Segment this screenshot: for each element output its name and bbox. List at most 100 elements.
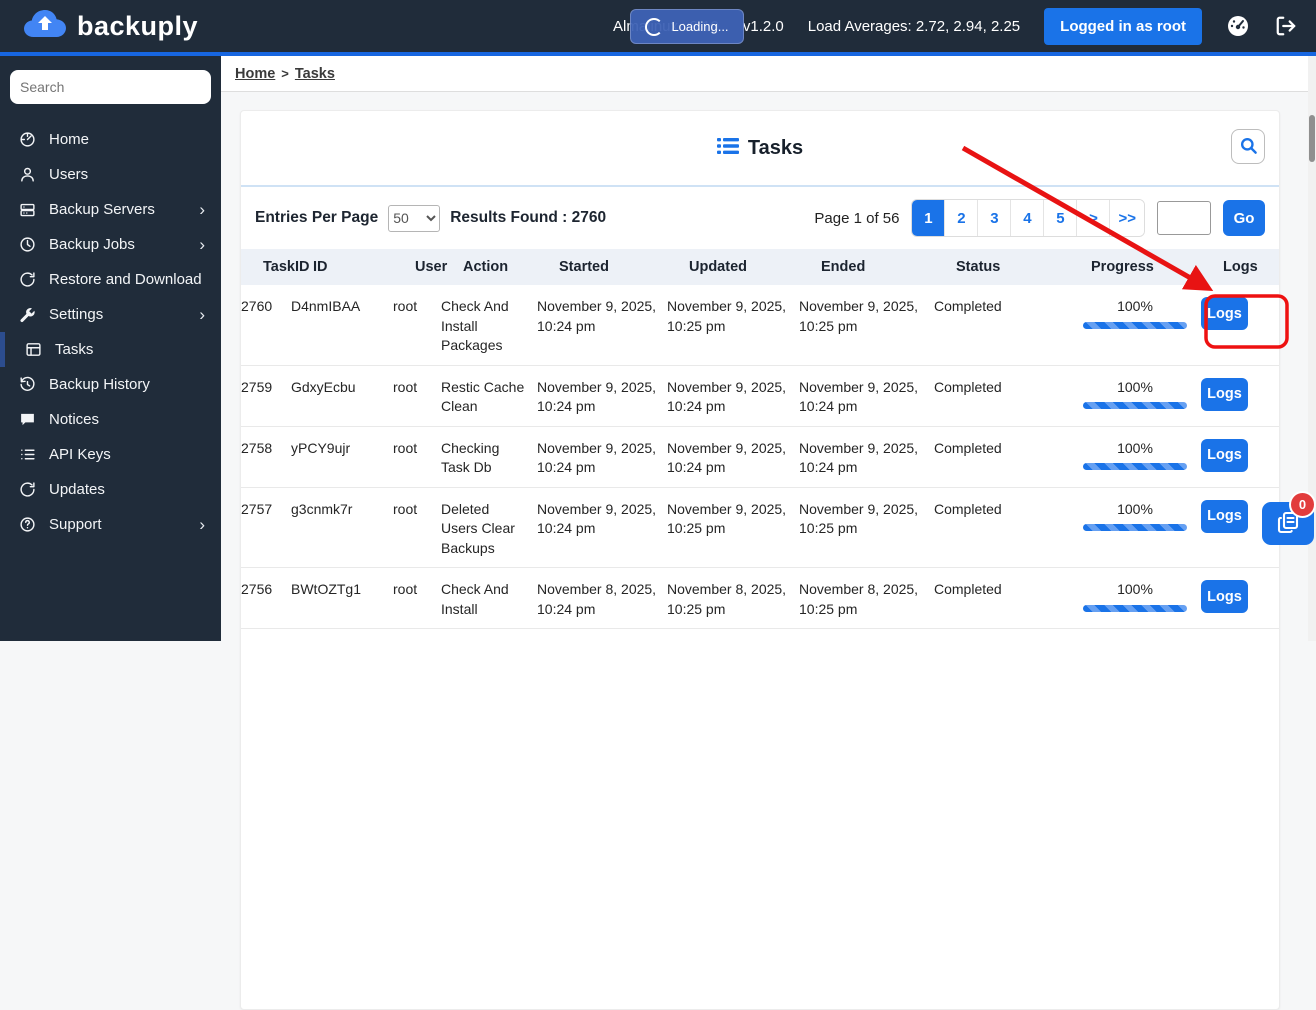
logs-button[interactable]: Logs xyxy=(1201,438,1248,472)
goto-page-input[interactable] xyxy=(1157,201,1211,235)
column-header-ended: Ended xyxy=(821,259,866,275)
entries-per-page-select[interactable]: 50 xyxy=(388,204,441,232)
updated-cell: November 8, 2025, 10:25 pm xyxy=(667,581,787,617)
support-icon xyxy=(18,516,36,534)
action-cell: Check And Install xyxy=(441,581,509,617)
progress-cell: 100% xyxy=(1069,378,1201,417)
user-cell: root xyxy=(393,500,418,517)
sidebar-item-backup-history[interactable]: Backup History xyxy=(0,367,221,402)
sidebar-item-users[interactable]: Users xyxy=(0,157,221,192)
progress-bar xyxy=(1083,402,1187,409)
page-button-5[interactable]: 5 xyxy=(1044,200,1078,236)
page-button-last[interactable]: >> xyxy=(1110,200,1144,236)
header-accent-strip xyxy=(0,52,1316,56)
go-button[interactable]: Go xyxy=(1223,200,1265,236)
home-icon xyxy=(18,131,36,149)
ended-cell: November 9, 2025, 10:24 pm xyxy=(799,439,919,476)
sidebar-item-settings[interactable]: Settings › xyxy=(0,297,221,332)
tasks-table-body: 2760 D4nmIBAA root Check And Install Pac… xyxy=(241,285,1279,629)
sidebar-item-backup-jobs[interactable]: Backup Jobs › xyxy=(0,227,221,262)
page-button-4[interactable]: 4 xyxy=(1011,200,1045,236)
sidebar-item-tasks[interactable]: Tasks xyxy=(0,332,221,367)
table-row: 2760 D4nmIBAA root Check And Install Pac… xyxy=(241,285,1279,366)
logs-button[interactable]: Logs xyxy=(1201,297,1248,330)
gauge-icon[interactable] xyxy=(1226,14,1250,38)
page-button-next[interactable]: > xyxy=(1077,200,1111,236)
page-button-3[interactable]: 3 xyxy=(978,200,1012,236)
chevron-right-icon: › xyxy=(199,304,205,324)
id-cell: D4nmIBAA xyxy=(291,298,361,314)
sidebar-item-home[interactable]: Home xyxy=(0,122,221,157)
taskid-cell: 2760 xyxy=(241,298,273,314)
id-cell: yPCY9ujr xyxy=(291,439,351,456)
sidebar-item-restore-and-download[interactable]: Restore and Download xyxy=(0,262,221,297)
started-cell: November 9, 2025, 10:24 pm xyxy=(537,298,657,334)
column-header-id: ID xyxy=(313,259,328,275)
column-header-updated: Updated xyxy=(689,259,747,275)
started-cell: November 9, 2025, 10:24 pm xyxy=(537,439,657,476)
sidebar-item-support[interactable]: Support › xyxy=(0,507,221,542)
search-icon xyxy=(1239,136,1258,158)
action-cell: Check And Install Packages xyxy=(441,298,509,353)
tasks-card: Tasks Entries Per Page 50 Results Found … xyxy=(240,110,1280,1010)
updated-cell: November 9, 2025, 10:24 pm xyxy=(667,378,787,415)
breadcrumb: Home > Tasks xyxy=(221,56,1308,92)
logs-cell: Logs xyxy=(1201,297,1259,356)
logs-button[interactable]: Logs xyxy=(1201,499,1248,533)
ended-cell: November 9, 2025, 10:25 pm xyxy=(799,500,919,537)
breadcrumb-separator: > xyxy=(281,66,289,81)
logs-button[interactable]: Logs xyxy=(1201,580,1248,613)
chevron-right-icon: › xyxy=(199,514,205,534)
breadcrumb-tasks-link[interactable]: Tasks xyxy=(295,66,335,82)
page-title: Tasks xyxy=(747,136,804,159)
load-averages: Load Averages: 2.72, 2.94, 2.25 xyxy=(807,17,1021,35)
backup-history-icon xyxy=(18,376,36,394)
api-keys-icon xyxy=(18,446,36,464)
scrollbar-track[interactable] xyxy=(1308,56,1316,641)
page-button-2[interactable]: 2 xyxy=(945,200,979,236)
sidebar-nav: Home Users Backup Servers › Backup Jobs … xyxy=(0,122,221,542)
sidebar-search-input[interactable] xyxy=(10,70,211,104)
column-header-status: Status xyxy=(956,259,1001,275)
page-button-1[interactable]: 1 xyxy=(912,200,946,236)
updated-cell: November 9, 2025, 10:24 pm xyxy=(667,439,787,476)
brand[interactable]: backuply xyxy=(22,8,198,45)
column-header-progress: Progress xyxy=(1091,259,1154,275)
column-header-started: Started xyxy=(559,259,609,275)
id-cell: BWtOZTg1 xyxy=(291,581,362,597)
logs-button[interactable]: Logs xyxy=(1201,377,1248,411)
backup-jobs-icon xyxy=(18,236,36,254)
breadcrumb-home-link[interactable]: Home xyxy=(235,66,275,82)
sidebar-item-notices[interactable]: Notices xyxy=(0,402,221,437)
app-version: v1.2.0 xyxy=(742,17,784,35)
started-cell: November 8, 2025, 10:24 pm xyxy=(537,581,657,617)
tasks-icon xyxy=(24,341,42,359)
taskid-cell: 2758 xyxy=(241,439,273,456)
notices-badge: 0 xyxy=(1289,491,1316,518)
progress-percent: 100% xyxy=(1117,439,1153,456)
progress-bar xyxy=(1083,463,1187,470)
taskid-cell: 2756 xyxy=(241,581,273,597)
progress-bar xyxy=(1083,524,1187,531)
logout-icon[interactable] xyxy=(1274,14,1298,38)
cloud-upload-logo-icon xyxy=(22,8,68,45)
table-row: 2758 yPCY9ujr root Checking Task Db Nove… xyxy=(241,427,1279,488)
column-header-user: User xyxy=(415,259,448,275)
progress-cell: 100% xyxy=(1069,580,1201,619)
pagination: 1 2 3 4 5 > >> xyxy=(911,199,1145,237)
taskid-cell: 2759 xyxy=(241,378,273,395)
started-cell: November 9, 2025, 10:24 pm xyxy=(537,378,657,415)
sidebar-item-backup-servers[interactable]: Backup Servers › xyxy=(0,192,221,227)
scrollbar-thumb[interactable] xyxy=(1309,115,1315,162)
search-toggle-button[interactable] xyxy=(1231,129,1265,164)
logged-in-button[interactable]: Logged in as root xyxy=(1044,7,1202,45)
entries-per-page-label: Entries Per Page xyxy=(255,209,379,226)
sidebar: Home Users Backup Servers › Backup Jobs … xyxy=(0,56,221,641)
sidebar-item-updates[interactable]: Updates xyxy=(0,472,221,507)
progress-cell: 100% xyxy=(1069,500,1201,559)
chevron-right-icon: › xyxy=(199,199,205,219)
progress-percent: 100% xyxy=(1117,378,1153,395)
id-cell: GdxyEcbu xyxy=(291,378,356,395)
progress-percent: 100% xyxy=(1117,298,1153,314)
sidebar-item-api-keys[interactable]: API Keys xyxy=(0,437,221,472)
